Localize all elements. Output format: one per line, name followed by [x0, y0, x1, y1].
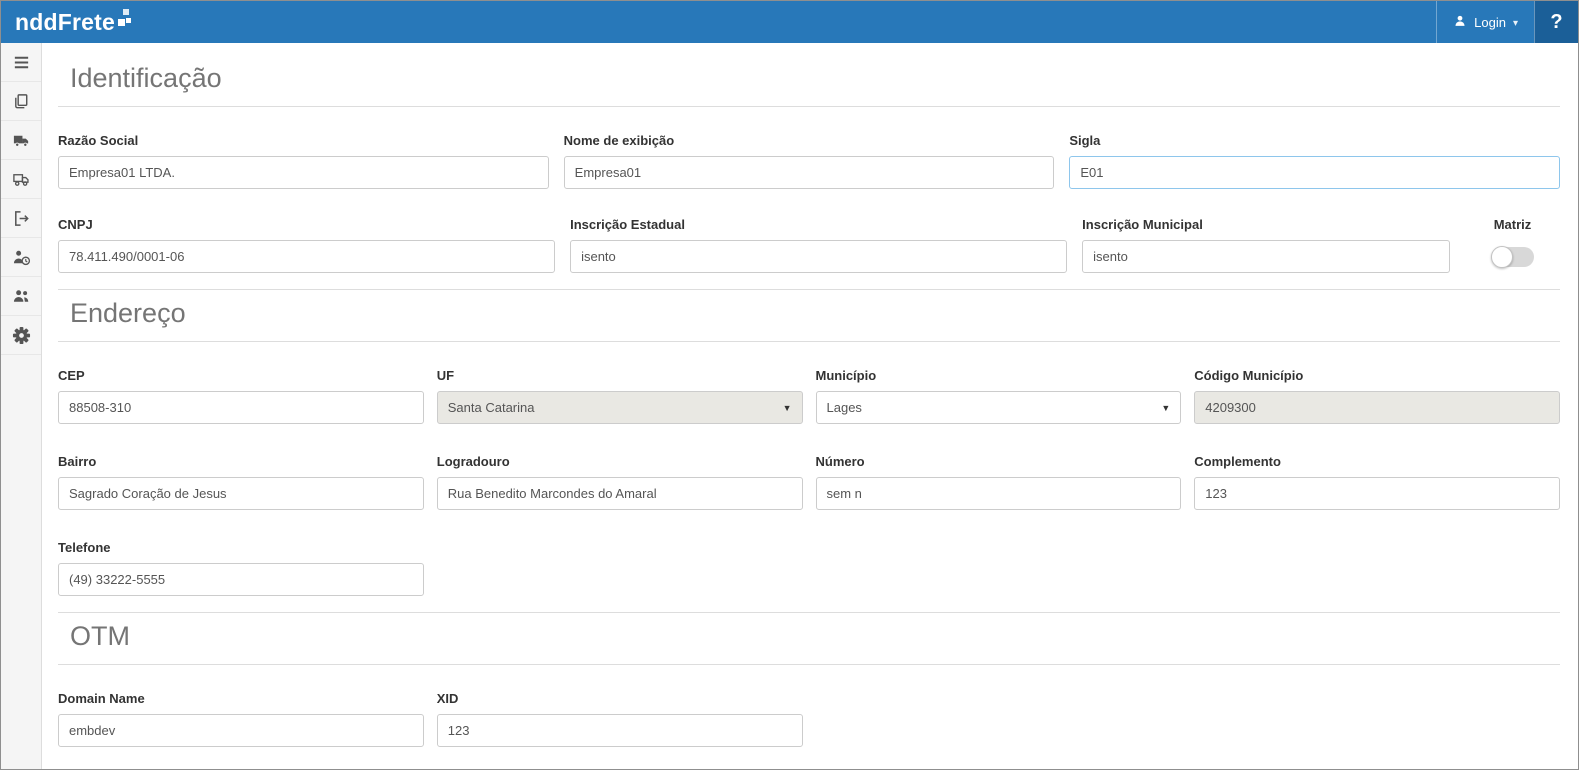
- help-label: ?: [1550, 11, 1562, 34]
- complemento-input[interactable]: [1194, 477, 1560, 510]
- hamburger-menu-icon: [12, 53, 31, 72]
- municipio-selected-value: Lages: [827, 400, 862, 415]
- select-caret-icon: ▼: [783, 403, 792, 413]
- logradouro-label: Logradouro: [437, 454, 803, 469]
- uf-label: UF: [437, 368, 803, 383]
- topbar-spacer: [144, 1, 1436, 43]
- sigla-label: Sigla: [1069, 133, 1560, 148]
- section-title-identificacao: Identificação: [70, 63, 1560, 94]
- cnpj-input[interactable]: [58, 240, 555, 273]
- uf-selected-value: Santa Catarina: [448, 400, 535, 415]
- app-window: nddFrete Login ▾ ?: [0, 0, 1579, 770]
- field-xid: XID: [437, 691, 803, 747]
- brand-logo[interactable]: nddFrete: [1, 1, 144, 43]
- rule-endereco: [58, 341, 1560, 342]
- toggle-knob: [1491, 246, 1513, 268]
- inscricao-municipal-label: Inscrição Municipal: [1082, 217, 1450, 232]
- sidebar-item-signout[interactable]: [1, 199, 41, 238]
- bairro-label: Bairro: [58, 454, 424, 469]
- razao-social-label: Razão Social: [58, 133, 549, 148]
- sidebar-item-settings[interactable]: [1, 316, 41, 355]
- section-title-endereco: Endereço: [70, 298, 1560, 329]
- field-inscricao-municipal: Inscrição Municipal: [1082, 217, 1450, 273]
- user-icon: [1453, 14, 1467, 31]
- field-sigla: Sigla: [1069, 133, 1560, 189]
- numero-label: Número: [816, 454, 1182, 469]
- section-divider: [58, 289, 1560, 290]
- cep-label: CEP: [58, 368, 424, 383]
- matriz-toggle[interactable]: [1492, 247, 1534, 267]
- sign-out-icon: [12, 209, 31, 228]
- nome-exibicao-input[interactable]: [564, 156, 1055, 189]
- select-caret-icon: ▼: [1161, 403, 1170, 413]
- chevron-down-icon: ▾: [1513, 18, 1518, 29]
- xid-input[interactable]: [437, 714, 803, 747]
- login-menu[interactable]: Login ▾: [1436, 1, 1534, 43]
- sidebar: [1, 43, 42, 769]
- field-uf: UF Santa Catarina ▼: [437, 368, 803, 424]
- inscricao-estadual-label: Inscrição Estadual: [570, 217, 1067, 232]
- copy-pages-icon: [12, 92, 31, 111]
- domain-name-label: Domain Name: [58, 691, 424, 706]
- codigo-municipio-label: Código Município: [1194, 368, 1560, 383]
- codigo-municipio-input: [1194, 391, 1560, 424]
- logradouro-input[interactable]: [437, 477, 803, 510]
- field-telefone: Telefone: [58, 540, 424, 596]
- person-clock-icon: [12, 248, 31, 267]
- field-municipio: Município Lages ▼: [816, 368, 1182, 424]
- sidebar-item-freight[interactable]: [1, 121, 41, 160]
- field-nome-exibicao: Nome de exibição: [564, 133, 1055, 189]
- field-inscricao-estadual: Inscrição Estadual: [570, 217, 1067, 273]
- brand-squares-icon: [118, 9, 134, 26]
- rule-identificacao: [58, 106, 1560, 107]
- field-matriz: Matriz: [1465, 217, 1560, 273]
- telefone-input[interactable]: [58, 563, 424, 596]
- sidebar-item-driver-journey[interactable]: [1, 238, 41, 277]
- rule-otm: [58, 664, 1560, 665]
- help-button[interactable]: ?: [1534, 1, 1578, 43]
- main-content: Identificação Razão Social Nome de exibi…: [42, 43, 1578, 769]
- complemento-label: Complemento: [1194, 454, 1560, 469]
- nome-exibicao-label: Nome de exibição: [564, 133, 1055, 148]
- municipio-select[interactable]: Lages ▼: [816, 391, 1182, 424]
- field-logradouro: Logradouro: [437, 454, 803, 510]
- xid-label: XID: [437, 691, 803, 706]
- field-razao-social: Razão Social: [58, 133, 549, 189]
- section-divider: [58, 612, 1560, 613]
- sidebar-item-menu[interactable]: [1, 43, 41, 82]
- inscricao-municipal-input[interactable]: [1082, 240, 1450, 273]
- users-icon: [12, 287, 31, 306]
- inscricao-estadual-input[interactable]: [570, 240, 1067, 273]
- uf-select[interactable]: Santa Catarina ▼: [437, 391, 803, 424]
- matriz-label: Matriz: [1494, 217, 1532, 232]
- sigla-input[interactable]: [1069, 156, 1560, 189]
- cep-input[interactable]: [58, 391, 424, 424]
- sidebar-item-companies[interactable]: [1, 82, 41, 121]
- field-numero: Número: [816, 454, 1182, 510]
- field-complemento: Complemento: [1194, 454, 1560, 510]
- telefone-label: Telefone: [58, 540, 424, 555]
- razao-social-input[interactable]: [58, 156, 549, 189]
- domain-name-input[interactable]: [58, 714, 424, 747]
- top-navbar: nddFrete Login ▾ ?: [1, 1, 1578, 43]
- field-bairro: Bairro: [58, 454, 424, 510]
- field-codigo-municipio: Código Município: [1194, 368, 1560, 424]
- sidebar-item-users[interactable]: [1, 277, 41, 316]
- field-domain-name: Domain Name: [58, 691, 424, 747]
- login-label: Login: [1474, 15, 1506, 30]
- bairro-input[interactable]: [58, 477, 424, 510]
- gears-icon: [12, 326, 31, 345]
- brand-text: nddFrete: [15, 9, 115, 36]
- field-cep: CEP: [58, 368, 424, 424]
- numero-input[interactable]: [816, 477, 1182, 510]
- municipio-label: Município: [816, 368, 1182, 383]
- truck-document-icon: [12, 170, 31, 189]
- sidebar-item-vehicles[interactable]: [1, 160, 41, 199]
- field-cnpj: CNPJ: [58, 217, 555, 273]
- cnpj-label: CNPJ: [58, 217, 555, 232]
- section-title-otm: OTM: [70, 621, 1560, 652]
- truck-icon: [12, 131, 31, 150]
